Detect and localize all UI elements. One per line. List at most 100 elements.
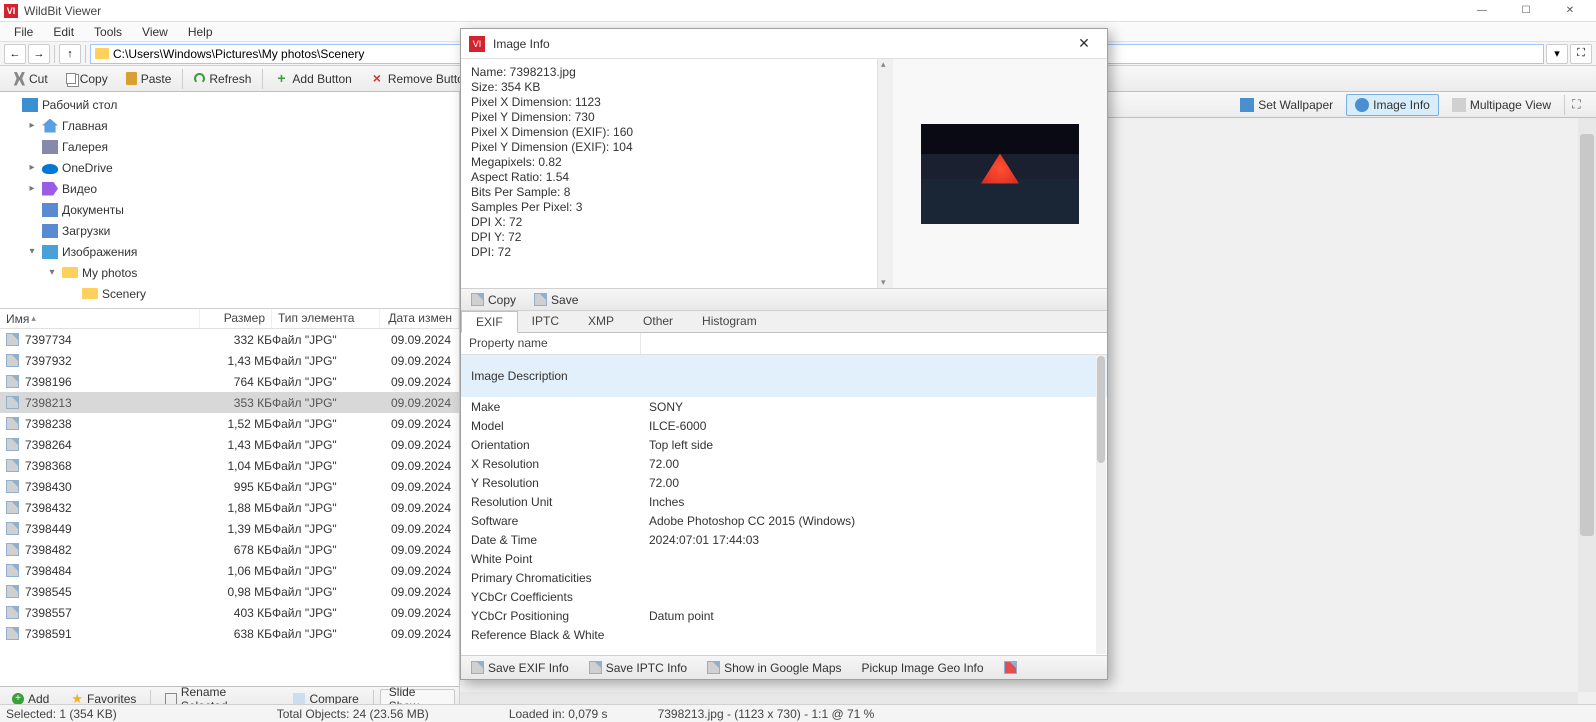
property-scrollbar[interactable] — [1096, 356, 1106, 654]
property-row[interactable]: OrientationTop left side — [461, 435, 1107, 454]
close-button[interactable]: ✕ — [1548, 1, 1592, 21]
status-bar: Selected: 1 (354 KB) Total Objects: 24 (… — [0, 704, 1596, 722]
up-button[interactable]: ↑ — [59, 44, 81, 64]
tab-histogram[interactable]: Histogram — [688, 311, 772, 332]
tree-item[interactable]: Scenery — [0, 283, 459, 304]
vertical-scrollbar[interactable] — [1578, 118, 1596, 692]
file-size: 638 КБ — [200, 627, 272, 641]
expander-icon[interactable]: ▾ — [46, 267, 58, 278]
save-iptc-button[interactable]: Save IPTC Info — [585, 661, 691, 675]
property-row[interactable]: Image Description — [461, 355, 1107, 397]
multipage-button[interactable]: Multipage View — [1443, 94, 1560, 116]
expander-icon[interactable]: ▾ — [26, 246, 38, 257]
tree-label: My photos — [82, 266, 137, 280]
file-row[interactable]: 7398557403 КБФайл "JPG"09.09.2024 — [0, 602, 459, 623]
expander-icon[interactable]: ▸ — [26, 183, 38, 194]
property-row[interactable]: SoftwareAdobe Photoshop CC 2015 (Windows… — [461, 511, 1107, 530]
file-row[interactable]: 7398482678 КБФайл "JPG"09.09.2024 — [0, 539, 459, 560]
dialog-copy-button[interactable]: Copy — [467, 293, 520, 307]
show-maps-button[interactable]: Show in Google Maps — [703, 661, 845, 675]
add-icon: + — [12, 693, 24, 705]
forward-button[interactable]: → — [28, 44, 50, 64]
col-date[interactable]: Дата измен — [380, 309, 459, 328]
menu-view[interactable]: View — [132, 23, 178, 41]
property-row[interactable]: Y Resolution72.00 — [461, 473, 1107, 492]
geo-tool-button[interactable] — [1000, 661, 1021, 674]
docs-icon — [42, 203, 58, 217]
file-row[interactable]: 7397734332 КБФайл "JPG"09.09.2024 — [0, 329, 459, 350]
tab-xmp[interactable]: XMP — [574, 311, 629, 332]
property-row[interactable]: YCbCr Coefficients — [461, 587, 1107, 606]
tree-item[interactable]: Галерея — [0, 136, 459, 157]
property-row[interactable]: White Point — [461, 549, 1107, 568]
path-expand[interactable]: ⛶ — [1570, 44, 1592, 64]
paste-button[interactable]: Paste — [119, 68, 179, 90]
tab-other[interactable]: Other — [629, 311, 688, 332]
cut-button[interactable]: Cut — [4, 68, 55, 90]
file-row[interactable]: 7398430995 КБФайл "JPG"09.09.2024 — [0, 476, 459, 497]
file-row[interactable]: 73982641,43 МБФайл "JPG"09.09.2024 — [0, 434, 459, 455]
tab-exif[interactable]: EXIF — [461, 311, 518, 333]
property-value-col[interactable] — [641, 333, 657, 354]
file-row[interactable]: 73982381,52 МБФайл "JPG"09.09.2024 — [0, 413, 459, 434]
file-type: Файл "JPG" — [272, 438, 380, 452]
path-dropdown[interactable]: ▾ — [1546, 44, 1568, 64]
dialog-info-scrollbar[interactable] — [877, 59, 893, 288]
file-row[interactable]: 73985450,98 МБФайл "JPG"09.09.2024 — [0, 581, 459, 602]
tree-item[interactable]: ▸Главная — [0, 115, 459, 136]
expander-icon[interactable]: ▸ — [26, 120, 38, 131]
copy-icon — [66, 73, 76, 84]
fullscreen-button[interactable]: ⛶ — [1564, 95, 1588, 115]
file-date: 09.09.2024 — [380, 606, 459, 620]
add-toolbar-button[interactable]: +Add Button — [267, 68, 358, 90]
tree-item[interactable]: Рабочий стол — [0, 94, 459, 115]
copy-button[interactable]: Copy — [59, 68, 115, 90]
property-row[interactable]: Date & Time2024:07:01 17:44:03 — [461, 530, 1107, 549]
property-header: Property name — [461, 333, 1107, 355]
expander-icon[interactable]: ▸ — [26, 162, 38, 173]
tree-item[interactable]: ▸Видео — [0, 178, 459, 199]
refresh-button[interactable]: Refresh — [187, 68, 258, 90]
file-row[interactable]: 7398196764 КБФайл "JPG"09.09.2024 — [0, 371, 459, 392]
file-type: Файл "JPG" — [272, 354, 380, 368]
pickup-geo-button[interactable]: Pickup Image Geo Info — [858, 661, 988, 675]
property-row[interactable]: ModelILCE-6000 — [461, 416, 1107, 435]
file-row[interactable]: 7398213353 КБФайл "JPG"09.09.2024 — [0, 392, 459, 413]
file-row[interactable]: 73984491,39 МБФайл "JPG"09.09.2024 — [0, 518, 459, 539]
minimize-button[interactable]: — — [1460, 1, 1504, 21]
file-row[interactable]: 73983681,04 МБФайл "JPG"09.09.2024 — [0, 455, 459, 476]
col-type[interactable]: Тип элемента — [272, 309, 380, 328]
col-size[interactable]: Размер — [200, 309, 272, 328]
back-button[interactable]: ← — [4, 44, 26, 64]
menu-file[interactable]: File — [4, 23, 43, 41]
property-row[interactable]: MakeSONY — [461, 397, 1107, 416]
menu-help[interactable]: Help — [178, 23, 223, 41]
file-size: 0,98 МБ — [200, 585, 272, 599]
file-date: 09.09.2024 — [380, 501, 459, 515]
property-row[interactable]: Primary Chromaticities — [461, 568, 1107, 587]
property-row[interactable]: X Resolution72.00 — [461, 454, 1107, 473]
dialog-close-button[interactable]: ✕ — [1069, 35, 1099, 52]
property-row[interactable]: YCbCr PositioningDatum point — [461, 606, 1107, 625]
tree-item[interactable]: ▾ My photos — [0, 262, 459, 283]
tree-item[interactable]: Загрузки — [0, 220, 459, 241]
image-info-button[interactable]: Image Info — [1346, 94, 1439, 116]
tree-item[interactable]: ▸OneDrive — [0, 157, 459, 178]
menu-edit[interactable]: Edit — [43, 23, 84, 41]
property-row[interactable]: Resolution UnitInches — [461, 492, 1107, 511]
set-wallpaper-button[interactable]: Set Wallpaper — [1231, 94, 1342, 116]
file-row[interactable]: 7398591638 КБФайл "JPG"09.09.2024 — [0, 623, 459, 644]
dialog-save-button[interactable]: Save — [530, 293, 582, 307]
tree-item[interactable]: ▾Изображения — [0, 241, 459, 262]
maximize-button[interactable]: ☐ — [1504, 1, 1548, 21]
col-name[interactable]: Имя▴ — [0, 309, 200, 328]
file-row[interactable]: 73979321,43 МБФайл "JPG"09.09.2024 — [0, 350, 459, 371]
save-exif-button[interactable]: Save EXIF Info — [467, 661, 573, 675]
tab-iptc[interactable]: IPTC — [518, 311, 574, 332]
property-name-col[interactable]: Property name — [461, 333, 641, 354]
tree-item[interactable]: Документы — [0, 199, 459, 220]
file-row[interactable]: 73984321,88 МБФайл "JPG"09.09.2024 — [0, 497, 459, 518]
file-row[interactable]: 73984841,06 МБФайл "JPG"09.09.2024 — [0, 560, 459, 581]
menu-tools[interactable]: Tools — [84, 23, 132, 41]
property-row[interactable]: Reference Black & White — [461, 625, 1107, 644]
